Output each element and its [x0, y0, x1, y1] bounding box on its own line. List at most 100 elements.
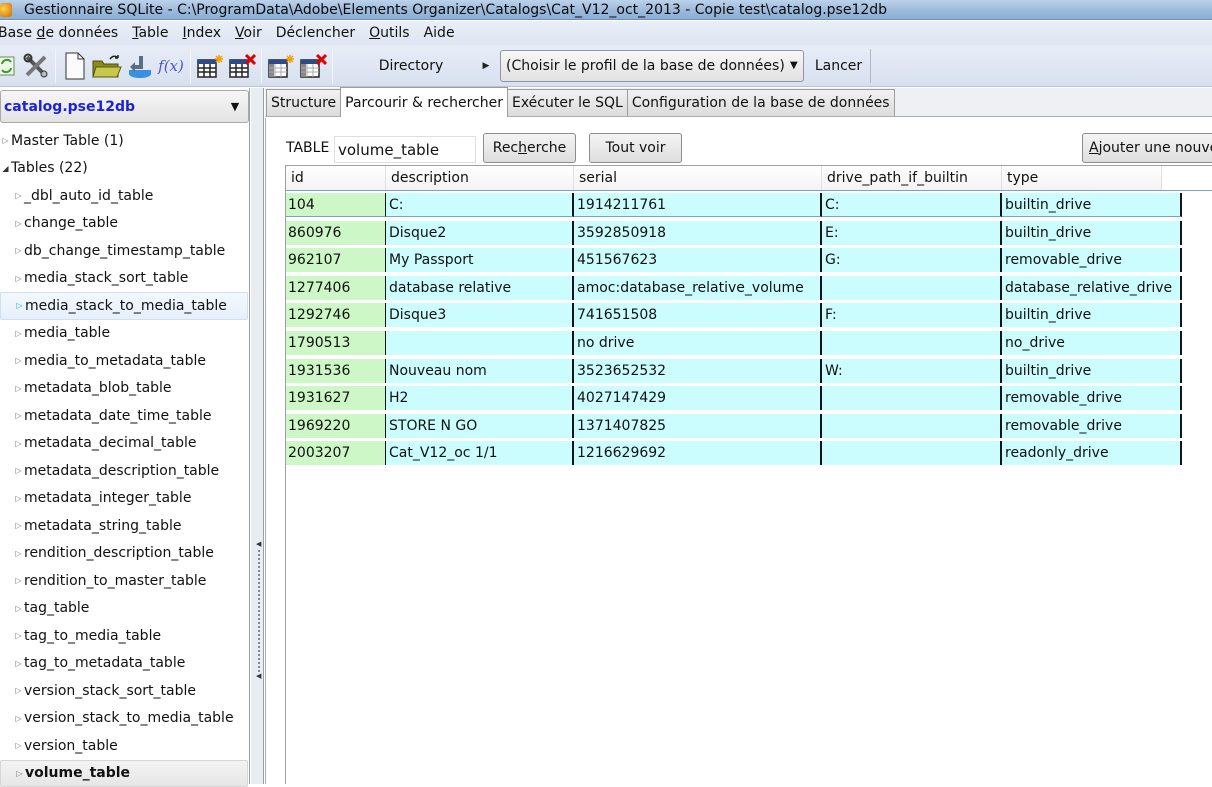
cell-serial[interactable]: 3523652532: [574, 359, 822, 383]
profile-select[interactable]: (Choisir le profil de la base de données…: [500, 50, 804, 82]
tree-item-table[interactable]: ▷version_stack_to_media_table: [0, 705, 249, 733]
expand-arrow-icon[interactable]: ▷: [15, 769, 24, 778]
tree-item-tables[interactable]: ◢Tables (22): [0, 155, 249, 183]
cell-description[interactable]: H2: [386, 386, 574, 410]
table-row[interactable]: 104C:1914211761C:builtin_drive: [286, 191, 1212, 219]
expand-arrow-icon[interactable]: ▷: [14, 466, 23, 475]
cell-id[interactable]: 860976: [286, 221, 386, 245]
cell-type[interactable]: no_drive: [1002, 331, 1182, 355]
cell-serial[interactable]: amoc:database_relative_volume: [574, 276, 822, 300]
cell-drive-path[interactable]: [822, 414, 1002, 438]
table-row[interactable]: 2003207Cat_V12_oc 1/11216629692readonly_…: [286, 439, 1212, 467]
table-row[interactable]: 1969220STORE N GO1371407825removable_dri…: [286, 412, 1212, 440]
database-select[interactable]: catalog.pse12db ▼: [0, 90, 249, 123]
column-header-id[interactable]: id: [286, 166, 386, 190]
tree-item-table[interactable]: ▷db_change_timestamp_table: [0, 237, 249, 265]
cell-description[interactable]: C:: [386, 193, 574, 217]
cell-id[interactable]: 2003207: [286, 441, 386, 465]
cell-type[interactable]: removable_drive: [1002, 386, 1182, 410]
tree-item-master-table[interactable]: ▷Master Table (1): [0, 127, 249, 155]
add-record-button[interactable]: Ajouter une nouvel: [1082, 133, 1212, 163]
expand-arrow-icon[interactable]: ▷: [14, 604, 23, 613]
cell-type[interactable]: builtin_drive: [1002, 303, 1182, 327]
menu-view[interactable]: Voir: [228, 25, 269, 41]
launch-button[interactable]: Lancer: [807, 49, 871, 83]
panel-splitter[interactable]: ◀ ◀: [251, 88, 264, 784]
expand-arrow-icon[interactable]: ▷: [14, 356, 23, 365]
search-button[interactable]: Recherche: [483, 133, 576, 163]
table-row[interactable]: 1931627H24027147429 removable_drive: [286, 384, 1212, 412]
tab-execute-sql[interactable]: Exécuter le SQL: [507, 89, 628, 116]
expand-arrow-icon[interactable]: ▷: [14, 549, 23, 558]
cell-description[interactable]: database relative: [386, 276, 574, 300]
cell-id[interactable]: 1931627: [286, 386, 386, 410]
expand-arrow-icon[interactable]: ▷: [14, 741, 23, 750]
tree-item-table[interactable]: ▷tag_to_metadata_table: [0, 650, 249, 678]
cell-serial[interactable]: 1216629692: [574, 441, 822, 465]
cell-drive-path[interactable]: [822, 441, 1002, 465]
refresh-button[interactable]: [0, 49, 20, 83]
create-index-button[interactable]: [265, 49, 297, 83]
menu-tools[interactable]: Outils: [362, 25, 416, 41]
expand-arrow-icon[interactable]: ▷: [1, 136, 10, 145]
cell-id[interactable]: 104: [286, 193, 386, 217]
settings-button[interactable]: [20, 49, 52, 83]
drop-index-button[interactable]: [297, 49, 329, 83]
cell-drive-path[interactable]: G:: [822, 248, 1002, 272]
tree-item-table[interactable]: ▷tag_to_media_table: [0, 622, 249, 650]
new-database-button[interactable]: [59, 49, 91, 83]
expand-arrow-icon[interactable]: ▷: [14, 576, 23, 585]
cell-drive-path[interactable]: E:: [822, 221, 1002, 245]
cell-drive-path[interactable]: [822, 331, 1002, 355]
tree-item-table[interactable]: ▷metadata_description_table: [0, 457, 249, 485]
open-database-button[interactable]: [91, 49, 123, 83]
tree-item-table[interactable]: ▷_dbl_auto_id_table: [0, 182, 249, 210]
column-header-drive-path[interactable]: drive_path_if_builtin: [822, 166, 1002, 190]
cell-drive-path[interactable]: F:: [822, 303, 1002, 327]
cell-description[interactable]: STORE N GO: [386, 414, 574, 438]
cell-description[interactable]: [386, 331, 574, 355]
function-button[interactable]: f(x): [155, 49, 187, 83]
collapse-left-icon[interactable]: ◀: [256, 540, 261, 548]
menu-table[interactable]: Table: [125, 25, 175, 41]
tree-item-table[interactable]: ▷metadata_string_table: [0, 512, 249, 540]
import-button[interactable]: [123, 49, 155, 83]
table-row[interactable]: 1931536Nouveau nom3523652532W:builtin_dr…: [286, 357, 1212, 385]
table-row[interactable]: 962107My Passport451567623G:removable_dr…: [286, 246, 1212, 274]
cell-description[interactable]: Disque3: [386, 303, 574, 327]
menu-index[interactable]: Index: [175, 25, 228, 41]
table-row[interactable]: 1277406database relativeamoc:database_re…: [286, 274, 1212, 302]
cell-drive-path[interactable]: C:: [822, 193, 1002, 217]
menu-database[interactable]: Base de données: [0, 25, 125, 41]
collapse-left-icon[interactable]: ◀: [256, 672, 261, 680]
expand-arrow-icon[interactable]: ▷: [14, 714, 23, 723]
column-header-serial[interactable]: serial: [574, 166, 822, 190]
cell-type[interactable]: database_relative_drive: [1002, 276, 1182, 300]
cell-serial[interactable]: 4027147429: [574, 386, 822, 410]
tree-item-table-selected[interactable]: ▷volume_table: [0, 760, 248, 787]
tree-item-table[interactable]: ▷metadata_decimal_table: [0, 430, 249, 458]
menu-trigger[interactable]: Déclencher: [269, 25, 362, 41]
tree-item-table[interactable]: ▷change_table: [0, 210, 249, 238]
cell-description[interactable]: Disque2: [386, 221, 574, 245]
tree-item-table[interactable]: ▷version_table: [0, 732, 249, 760]
cell-serial[interactable]: 1914211761: [574, 193, 822, 217]
expand-arrow-icon[interactable]: ▷: [14, 191, 23, 200]
cell-serial[interactable]: 741651508: [574, 303, 822, 327]
cell-description[interactable]: My Passport: [386, 248, 574, 272]
expand-arrow-icon[interactable]: ▷: [14, 494, 23, 503]
tree-item-table[interactable]: ▷media_table: [0, 320, 249, 348]
cell-id[interactable]: 1790513: [286, 331, 386, 355]
tree-item-table[interactable]: ▷version_stack_sort_table: [0, 677, 249, 705]
expand-arrow-icon[interactable]: ▷: [14, 686, 23, 695]
expand-arrow-icon[interactable]: ▷: [14, 521, 23, 530]
cell-type[interactable]: builtin_drive: [1002, 221, 1182, 245]
expand-arrow-icon[interactable]: ▷: [14, 411, 23, 420]
cell-serial[interactable]: 451567623: [574, 248, 822, 272]
cell-id[interactable]: 1277406: [286, 276, 386, 300]
cell-description[interactable]: Nouveau nom: [386, 359, 574, 383]
tree-item-table[interactable]: ▷rendition_to_master_table: [0, 567, 249, 595]
tab-structure[interactable]: Structure: [266, 89, 341, 116]
tab-browse-search[interactable]: Parcourir & rechercher: [340, 87, 508, 117]
expand-arrow-icon[interactable]: ▷: [14, 384, 23, 393]
